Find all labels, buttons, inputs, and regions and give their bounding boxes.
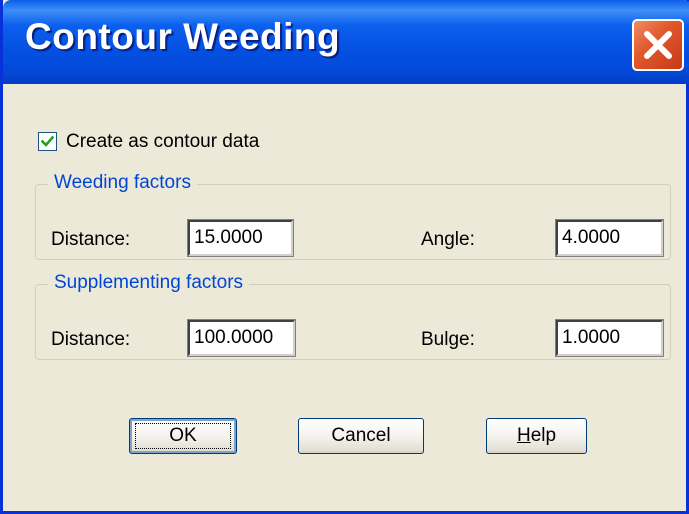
supplementing-bulge-input[interactable] xyxy=(555,319,664,357)
create-contour-data-checkbox[interactable] xyxy=(38,132,57,151)
ok-button[interactable]: OK xyxy=(129,418,237,454)
help-button[interactable]: Help xyxy=(486,418,587,454)
supplementing-distance-input[interactable] xyxy=(187,319,296,357)
weeding-distance-label: Distance: xyxy=(51,229,131,250)
dialog-body: Create as contour data Weeding factors D… xyxy=(3,84,689,514)
contour-weeding-dialog: Contour Weeding Create as contour data W… xyxy=(0,0,689,514)
weeding-factors-legend: Weeding factors xyxy=(48,172,197,194)
ok-button-label: OK xyxy=(169,425,197,446)
cancel-button-label: Cancel xyxy=(331,425,391,446)
close-icon xyxy=(644,31,672,59)
title-bar[interactable]: Contour Weeding xyxy=(3,0,689,84)
help-mnemonic: H xyxy=(516,425,531,446)
help-button-label: Help xyxy=(517,425,556,446)
supplementing-distance-label: Distance: xyxy=(51,329,131,350)
supplementing-bulge-label: Bulge: xyxy=(421,329,475,350)
help-label-rest: elp xyxy=(530,425,557,446)
weeding-angle-input[interactable] xyxy=(555,219,664,257)
cancel-button[interactable]: Cancel xyxy=(298,418,424,454)
weeding-distance-input[interactable] xyxy=(187,219,294,257)
window-title: Contour Weeding xyxy=(25,16,341,57)
close-button[interactable] xyxy=(632,19,684,71)
supplementing-factors-legend: Supplementing factors xyxy=(48,272,250,294)
weeding-angle-label: Angle: xyxy=(421,229,475,250)
create-contour-data-label[interactable]: Create as contour data xyxy=(66,131,259,153)
checkmark-icon xyxy=(41,135,54,147)
